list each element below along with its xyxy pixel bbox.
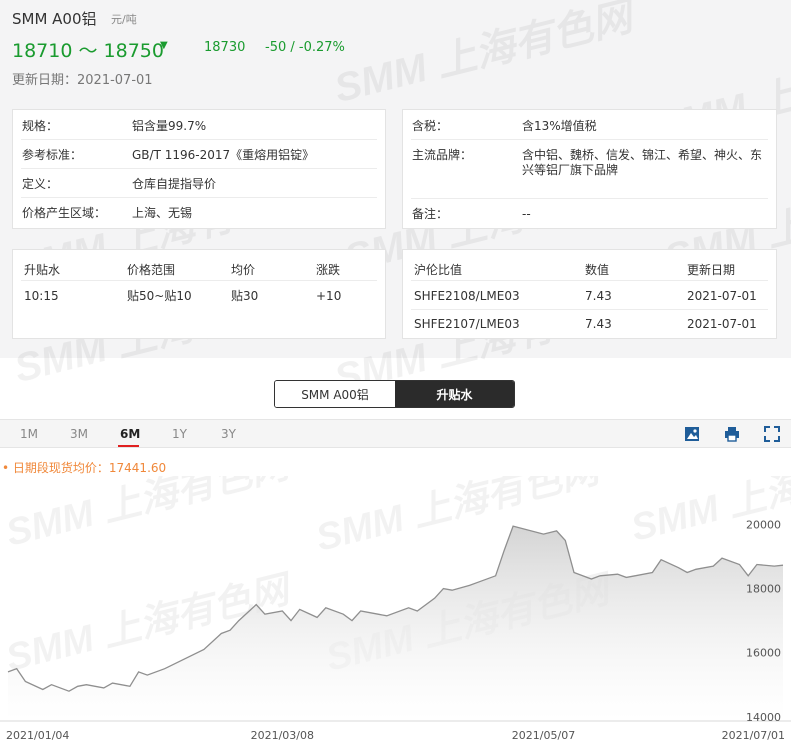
tax-value: 含13%增值税 [522,119,597,133]
spec-row: 定义： 仓库自提指导价 [21,169,377,198]
brand-value-line2: 兴等铝厂旗下品牌 [522,163,619,177]
range-3m[interactable]: 3M [70,427,88,441]
fullscreen-icon[interactable] [763,425,781,443]
product-name: SMM A00铝 [12,10,97,28]
column-header: 均价 [231,263,256,277]
table-cell: 7.43 [585,317,612,331]
active-range-indicator [118,445,139,447]
tax-label: 含税： [412,119,449,133]
tab-premium-discount[interactable]: 升贴水 [395,381,514,407]
column-header: 升贴水 [24,263,61,277]
spec-label: 参考标准： [22,148,83,162]
product-info-panel: SMM 上海有色网 SMM 上海有色网 SMM 上海有色网 SMM 上海有色网 … [0,0,791,401]
x-tick-label: 2021/01/04 [6,729,69,742]
spec-value: 上海、无锡 [132,206,193,220]
table-cell: 贴30 [231,289,259,303]
tax-brand-card: 含税： 含13%增值税 主流品牌： 含中铝、魏桥、信发、锦江、希望、神火、东 兴… [402,109,777,229]
remark-label: 备注： [412,207,449,221]
table-cell: 7.43 [585,289,612,303]
spec-value: 仓库自提指导价 [132,177,217,191]
down-trend-icon: ▼ [160,40,168,51]
watermark: SMM 上海有色网 [2,476,298,555]
spec-value: 铝含量99.7% [132,119,207,133]
column-header: 价格范围 [127,263,176,277]
ratio-table: 沪伦比值 数值 更新日期 SHFE2108/LME03 7.43 2021-07… [402,249,777,339]
chart-type-tabs: SMM A00铝 升贴水 [274,380,515,408]
spec-label: 规格： [22,119,59,133]
average-price: 18730 [204,40,246,55]
spec-label: 价格产生区域： [22,206,107,220]
column-header: 沪伦比值 [414,263,463,277]
price-chart: SMM 上海有色网 SMM 上海有色网 SMM 上海有色网 SMM 上海有色网 … [0,476,791,742]
y-tick-label: 18000 [746,583,781,596]
range-6m[interactable]: 6M [120,427,140,441]
x-tick-label: 2021/05/07 [512,729,575,742]
y-tick-label: 16000 [746,647,781,660]
table-cell: 2021-07-01 [687,289,757,303]
remark-row: 备注： -- [411,199,768,228]
table-header-row: 升贴水 价格范围 均价 涨跌 [21,250,377,281]
column-header: 更新日期 [687,263,736,277]
range-1m[interactable]: 1M [20,427,38,441]
remark-value: -- [522,207,531,221]
y-tick-label: 14000 [746,711,781,724]
premium-table: 升贴水 价格范围 均价 涨跌 10:15 贴50~贴10 贴30 +10 [12,249,386,339]
range-toolbar: 1M 3M 6M 1Y 3Y [0,419,791,448]
watermark: SMM 上海有色网 [627,476,791,550]
price-change: -50 / -0.27% [265,40,345,55]
table-cell: SHFE2107/LME03 [414,317,520,331]
table-cell: SHFE2108/LME03 [414,289,520,303]
table-row: SHFE2108/LME03 7.43 2021-07-01 [411,281,768,310]
x-tick-label: 2021/03/08 [251,729,314,742]
spec-row: 规格： 铝含量99.7% [21,110,377,140]
spec-card: 规格： 铝含量99.7% 参考标准： GB/T 1196-2017《重熔用铝锭》… [12,109,386,229]
spec-row: 价格产生区域： 上海、无锡 [21,198,377,228]
table-cell: 贴50~贴10 [127,289,192,303]
spec-label: 定义： [22,177,59,191]
watermark: SMM 上海有色网 [330,0,637,112]
tax-row: 含税： 含13%增值税 [411,110,768,140]
x-tick-label: 2021/07/01 [722,729,785,742]
brand-row: 主流品牌： 含中铝、魏桥、信发、锦江、希望、神火、东 兴等铝厂旗下品牌 [411,140,768,199]
brand-label: 主流品牌： [412,148,473,162]
table-row: 10:15 贴50~贴10 贴30 +10 [21,281,377,311]
spec-row: 参考标准： GB/T 1196-2017《重熔用铝锭》 [21,140,377,169]
print-icon[interactable] [723,425,741,443]
average-price-legend: • 日期段现货均价：17441.60 [2,461,167,475]
table-cell: 2021-07-01 [687,317,757,331]
column-header: 数值 [585,263,610,277]
tab-smm-a00[interactable]: SMM A00铝 [275,381,395,407]
table-row: SHFE2107/LME03 7.43 2021-07-01 [411,310,768,338]
table-cell: 10:15 [24,289,59,303]
image-download-icon[interactable] [683,425,701,443]
range-1y[interactable]: 1Y [172,427,187,441]
column-header: 涨跌 [316,263,341,277]
price-unit: 元/吨 [111,13,137,26]
range-3y[interactable]: 3Y [221,427,236,441]
spec-value: GB/T 1196-2017《重熔用铝锭》 [132,148,315,162]
price-range: 18710 ～ 18750 [12,40,164,62]
update-date: 更新日期：2021-07-01 [12,73,153,88]
table-cell: +10 [316,289,342,303]
y-tick-label: 20000 [746,519,781,532]
table-header-row: 沪伦比值 数值 更新日期 [411,250,768,281]
brand-value-line1: 含中铝、魏桥、信发、锦江、希望、神火、东 [522,148,763,162]
